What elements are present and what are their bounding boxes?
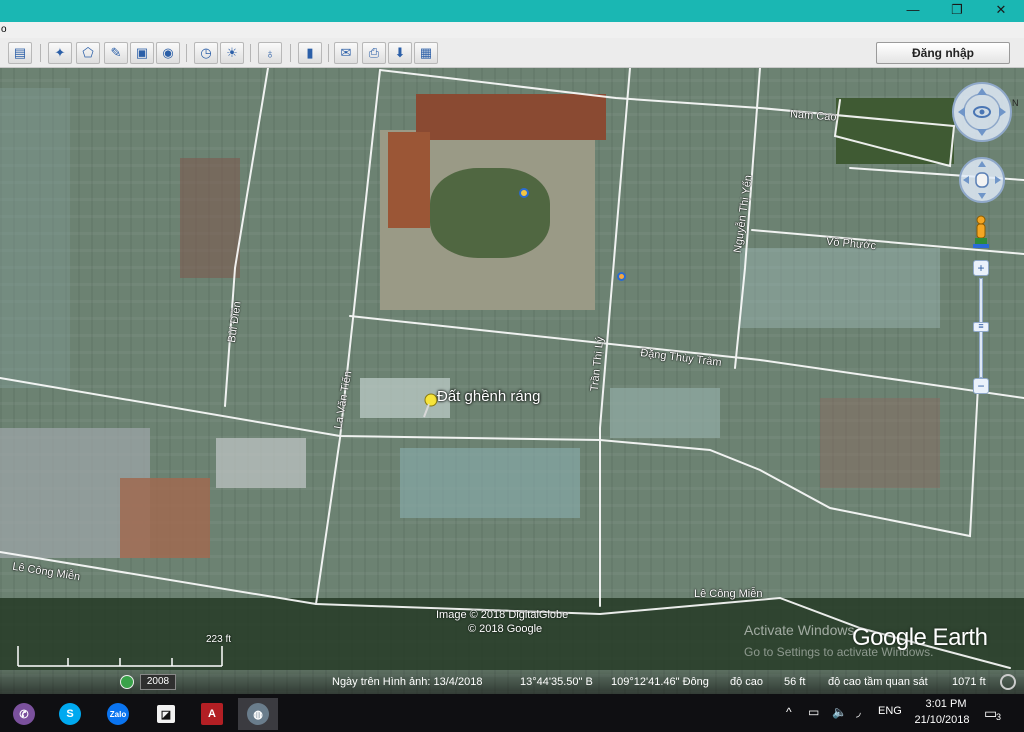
add-polygon-button[interactable]: ⬠ bbox=[76, 42, 100, 64]
historical-imagery-button[interactable]: ◷ bbox=[194, 42, 218, 64]
email-button[interactable]: ✉ bbox=[334, 42, 358, 64]
activation-watermark-title: Activate Windows bbox=[744, 622, 855, 638]
image-overlay-icon: ▣ bbox=[135, 45, 149, 60]
email-icon: ✉ bbox=[340, 45, 352, 60]
imagery-copyright: Image © 2018 DigitalGlobe bbox=[436, 609, 569, 621]
autocad-icon: A bbox=[201, 703, 223, 725]
save-image-button[interactable]: ⬇ bbox=[388, 42, 412, 64]
google-earth-icon: ◍ bbox=[247, 703, 269, 725]
maximize-button[interactable]: ❐ bbox=[934, 0, 980, 22]
toolbar-separator bbox=[290, 44, 291, 62]
skype-app[interactable]: S bbox=[50, 698, 90, 730]
save-image-icon: ⬇ bbox=[394, 45, 406, 60]
menu-item-fragment[interactable]: o bbox=[1, 24, 7, 35]
taskbar: ✆ S Zalo ◪ A ◍ ^ ▭ 🔈 ◞ ENG 3:01 PM 21/10… bbox=[0, 694, 1024, 732]
switch-sky-button[interactable]: ♁ bbox=[258, 42, 282, 64]
view-in-maps-button[interactable]: ▦ bbox=[414, 42, 438, 64]
clock-date[interactable]: 21/10/2018 bbox=[910, 714, 974, 726]
scale-label: 223 ft bbox=[206, 634, 232, 645]
notes-icon: ◪ bbox=[157, 705, 175, 723]
imagery-year-badge[interactable]: 2008 bbox=[140, 674, 176, 690]
show-hidden-icons-button[interactable]: ^ bbox=[786, 705, 792, 719]
road-line bbox=[315, 69, 381, 605]
placemark-label[interactable]: Đất ghềnh ráng bbox=[437, 388, 540, 405]
poi-marker-icon[interactable] bbox=[617, 272, 626, 281]
clock-time[interactable]: 3:01 PM bbox=[921, 698, 971, 710]
map-viewport[interactable]: Nam Cao Nguyễn Thị Yến Võ Phước Bùi Điền… bbox=[0, 68, 1024, 694]
google-earth-app[interactable]: ◍ bbox=[238, 698, 278, 730]
elevation-label: độ cao bbox=[730, 676, 764, 688]
pushpin-icon: ✦ bbox=[54, 45, 66, 60]
menu-bar: o bbox=[0, 22, 1024, 38]
elevation-value: 56 ft bbox=[784, 676, 806, 688]
ruler-button[interactable]: ▮ bbox=[298, 42, 322, 64]
title-bar: — ❐ ✕ bbox=[0, 0, 1024, 22]
eye-altitude-value: 1071 ft bbox=[952, 676, 986, 688]
road-network bbox=[0, 68, 1024, 669]
sun-icon: ☀ bbox=[226, 45, 238, 60]
path-icon: ✎ bbox=[110, 45, 122, 60]
print-button[interactable]: ⎙ bbox=[362, 42, 386, 64]
sunlight-button[interactable]: ☀ bbox=[220, 42, 244, 64]
printer-icon: ⎙ bbox=[368, 45, 380, 60]
move-control[interactable] bbox=[958, 156, 1006, 204]
imagery-date: Ngày trên Hình ảnh: 13/4/2018 bbox=[332, 676, 483, 688]
login-button[interactable]: Đăng nhập bbox=[876, 42, 1010, 64]
minimize-button[interactable]: — bbox=[890, 0, 936, 22]
add-path-button[interactable]: ✎ bbox=[104, 42, 128, 64]
toolbar-separator bbox=[328, 44, 329, 62]
record-tour-button[interactable]: ◉ bbox=[156, 42, 180, 64]
streaming-indicator-icon bbox=[1000, 674, 1016, 690]
autocad-app[interactable]: A bbox=[192, 698, 232, 730]
zoom-out-button[interactable]: − bbox=[973, 378, 989, 394]
eye-altitude-label: độ cao tầm quan sát bbox=[828, 676, 928, 688]
road-line bbox=[833, 99, 955, 168]
road-label-le-cong-mien: Lê Công Miễn bbox=[694, 588, 763, 600]
viber-icon: ✆ bbox=[13, 703, 35, 725]
historical-clock-icon[interactable] bbox=[120, 675, 134, 689]
sidebar-icon: ▤ bbox=[13, 45, 27, 60]
zalo-icon: Zalo bbox=[107, 703, 129, 725]
polygon-icon: ⬠ bbox=[82, 45, 94, 60]
notification-count: 3 bbox=[996, 712, 1002, 722]
zoom-slider-thumb[interactable]: ≡ bbox=[973, 322, 989, 332]
look-around-control[interactable] bbox=[950, 80, 1014, 144]
zalo-app[interactable]: Zalo bbox=[98, 698, 138, 730]
road-line bbox=[224, 68, 269, 407]
sidebar-toggle-button[interactable]: ▤ bbox=[8, 42, 32, 64]
map-icon: ▦ bbox=[419, 45, 433, 60]
toolbar: ▤ ✦ ⬠ ✎ ▣ ◉ ◷ ☀ ♁ ▮ ✉ ⎙ ⬇ ▦ Đăng nhập bbox=[0, 38, 1024, 68]
planet-icon: ♁ bbox=[265, 45, 275, 61]
pegman-icon[interactable] bbox=[972, 214, 990, 250]
clock-icon: ◷ bbox=[200, 45, 212, 60]
close-button[interactable]: ✕ bbox=[978, 0, 1024, 22]
zoom-in-button[interactable]: + bbox=[973, 260, 989, 276]
toolbar-separator bbox=[186, 44, 187, 62]
battery-icon[interactable]: ▭ bbox=[808, 705, 819, 719]
ruler-icon: ▮ bbox=[306, 45, 314, 60]
status-bar: 2008 Ngày trên Hình ảnh: 13/4/2018 13°44… bbox=[0, 670, 1024, 694]
north-label[interactable]: N bbox=[1012, 98, 1019, 108]
language-indicator[interactable]: ENG bbox=[878, 705, 902, 717]
record-icon: ◉ bbox=[162, 45, 174, 60]
volume-icon[interactable]: 🔈 bbox=[832, 705, 847, 719]
google-copyright: © 2018 Google bbox=[468, 623, 543, 635]
poi-marker-icon[interactable] bbox=[519, 188, 529, 198]
add-overlay-button[interactable]: ▣ bbox=[130, 42, 154, 64]
toolbar-separator bbox=[250, 44, 251, 62]
toolbar-separator bbox=[40, 44, 41, 62]
pushpin-icon[interactable] bbox=[420, 393, 438, 419]
longitude: 109°12'41.46" Đông bbox=[611, 676, 709, 688]
skype-icon: S bbox=[59, 703, 81, 725]
network-icon[interactable]: ◞ bbox=[856, 705, 861, 719]
google-earth-logo: Google Earth bbox=[852, 624, 988, 651]
sticky-notes-app[interactable]: ◪ bbox=[146, 698, 186, 730]
viber-app[interactable]: ✆ bbox=[4, 698, 44, 730]
latitude: 13°44'35.50" B bbox=[520, 676, 593, 688]
add-placemark-button[interactable]: ✦ bbox=[48, 42, 72, 64]
road-line bbox=[379, 69, 955, 127]
